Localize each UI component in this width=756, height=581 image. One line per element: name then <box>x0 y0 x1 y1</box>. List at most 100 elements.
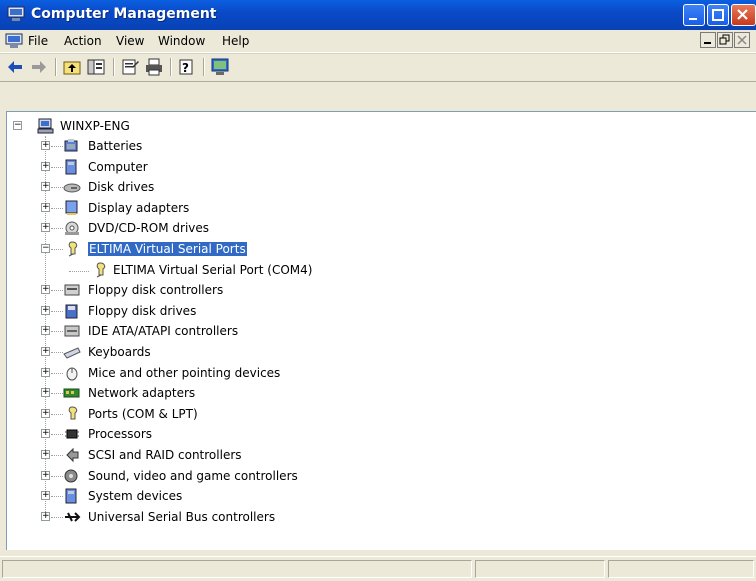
title-bar[interactable]: Computer Management <box>0 0 756 30</box>
close-icon <box>737 9 748 20</box>
tree-node-batteries[interactable]: Batteries <box>88 139 142 153</box>
up-folder-icon[interactable] <box>62 57 82 77</box>
tree-node-keyboards[interactable]: Keyboards <box>88 345 151 359</box>
minimize-button[interactable] <box>683 4 705 26</box>
tree-node-scsi-and-raid-controllers[interactable]: SCSI and RAID controllers <box>88 448 242 462</box>
tree-connector <box>51 146 63 148</box>
sound-icon <box>64 469 78 483</box>
menu-help[interactable]: Help <box>222 34 249 48</box>
svg-text:?: ? <box>182 61 189 75</box>
tree-connector <box>51 413 63 416</box>
menu-bar: File Action View Window Help <box>0 30 756 53</box>
expand-toggle[interactable]: + <box>41 141 50 150</box>
close-button[interactable] <box>731 4 756 26</box>
expand-toggle[interactable]: + <box>41 223 50 233</box>
tree-node-eltima-virtual-serial-ports[interactable]: ELTIMA Virtual Serial Ports <box>87 241 248 257</box>
network-adapter-icon <box>63 388 80 398</box>
tree-node-sound-video-and-game-controllers[interactable]: Sound, video and game controllers <box>88 469 298 483</box>
tree-connector <box>51 290 63 292</box>
tree-node-network-adapters[interactable]: Network adapters <box>88 386 195 400</box>
tree-connector <box>51 434 63 436</box>
tree-connector <box>51 310 63 313</box>
tree-connector <box>51 455 63 457</box>
tree-connector <box>51 496 63 498</box>
tree-root[interactable]: WINXP-ENG <box>60 119 130 133</box>
tree-connector <box>51 207 63 210</box>
toolbar-separator <box>170 58 172 76</box>
help-icon[interactable]: ? <box>177 57 197 77</box>
computer-icon <box>65 159 77 175</box>
child-restore-button[interactable] <box>717 32 733 48</box>
minimize-icon <box>704 42 711 44</box>
expand-toggle[interactable]: + <box>41 326 50 336</box>
tree-node-processors[interactable]: Processors <box>88 427 152 441</box>
expand-toggle[interactable]: + <box>41 470 50 480</box>
collapse-toggle[interactable]: − <box>41 244 50 253</box>
tree-connector <box>51 475 63 478</box>
print-icon[interactable] <box>144 57 164 77</box>
expand-toggle[interactable]: + <box>41 429 50 439</box>
toolbar-separator <box>203 58 205 76</box>
expand-toggle[interactable]: + <box>41 450 50 459</box>
port-icon <box>68 406 78 420</box>
expand-toggle[interactable]: + <box>41 305 50 315</box>
menu-view[interactable]: View <box>116 34 144 48</box>
expand-toggle[interactable]: + <box>41 388 50 398</box>
console-menu-icon[interactable] <box>5 33 23 49</box>
floppy-controller-icon <box>64 284 80 296</box>
tree-node-floppy-disk-drives[interactable]: Floppy disk drives <box>88 304 196 318</box>
tree-connector <box>51 187 63 189</box>
tree-connector <box>69 270 89 273</box>
menu-window[interactable]: Window <box>158 34 205 48</box>
expand-toggle[interactable]: + <box>41 161 50 171</box>
tree-node-computer[interactable]: Computer <box>88 160 148 174</box>
expand-toggle[interactable]: + <box>41 491 50 501</box>
tree-node-mice-and-other-pointing-devices[interactable]: Mice and other pointing devices <box>88 366 280 380</box>
menu-file[interactable]: File <box>28 34 48 48</box>
child-close-button[interactable] <box>734 32 750 48</box>
system-device-icon <box>65 488 77 504</box>
show-hide-tree-icon[interactable] <box>86 57 106 77</box>
tree-node-universal-serial-bus-controllers[interactable]: Universal Serial Bus controllers <box>88 510 275 524</box>
menu-action[interactable]: Action <box>64 34 102 48</box>
toolbar-separator <box>113 58 115 76</box>
tree-connector <box>51 331 63 333</box>
console-icon[interactable] <box>210 57 230 77</box>
ide-controller-icon <box>64 325 80 337</box>
collapse-toggle[interactable]: − <box>13 121 22 130</box>
expand-toggle[interactable]: + <box>41 285 50 295</box>
display-adapter-icon <box>65 200 78 215</box>
computer-management-icon <box>7 6 25 21</box>
scsi-icon <box>66 447 79 463</box>
expand-toggle[interactable]: + <box>41 511 50 521</box>
tree-node-eltima-virtual-serial-port-com4[interactable]: ELTIMA Virtual Serial Port (COM4) <box>113 263 312 277</box>
minimize-icon <box>689 18 697 20</box>
status-pane-tertiary <box>608 560 754 578</box>
floppy-drive-icon <box>65 304 78 319</box>
device-tree-pane[interactable]: − WINXP-ENG + Batteries + Computer + Disk drive… <box>6 111 756 550</box>
tree-connector <box>51 393 63 395</box>
expand-toggle[interactable]: + <box>41 347 50 356</box>
child-minimize-button[interactable] <box>700 32 716 48</box>
expand-toggle[interactable]: + <box>41 367 50 377</box>
tree-node-floppy-disk-controllers[interactable]: Floppy disk controllers <box>88 283 223 297</box>
tree-connector <box>51 516 63 519</box>
tree-connector <box>51 228 63 230</box>
tree-node-system-devices[interactable]: System devices <box>88 489 182 503</box>
tree-node-ports-com-lpt[interactable]: Ports (COM & LPT) <box>88 407 198 421</box>
tree-node-display-adapters[interactable]: Display adapters <box>88 201 189 215</box>
toolbar-separator <box>55 58 57 76</box>
tree-node-disk-drives[interactable]: Disk drives <box>88 180 154 194</box>
processor-icon <box>65 429 79 439</box>
expand-toggle[interactable]: + <box>41 202 50 212</box>
back-icon[interactable] <box>5 57 25 77</box>
expand-toggle[interactable]: + <box>41 408 50 418</box>
forward-icon[interactable] <box>29 57 49 77</box>
tree-node-ide-ata-atapi-controllers[interactable]: IDE ATA/ATAPI controllers <box>88 324 238 338</box>
maximize-button[interactable] <box>707 4 729 26</box>
properties-icon[interactable] <box>120 57 140 77</box>
serial-port-icon <box>68 241 78 257</box>
tree-connector <box>51 249 63 251</box>
expand-toggle[interactable]: + <box>41 182 50 192</box>
tree-node-dvd-cd-rom-drives[interactable]: DVD/CD-ROM drives <box>88 221 209 235</box>
